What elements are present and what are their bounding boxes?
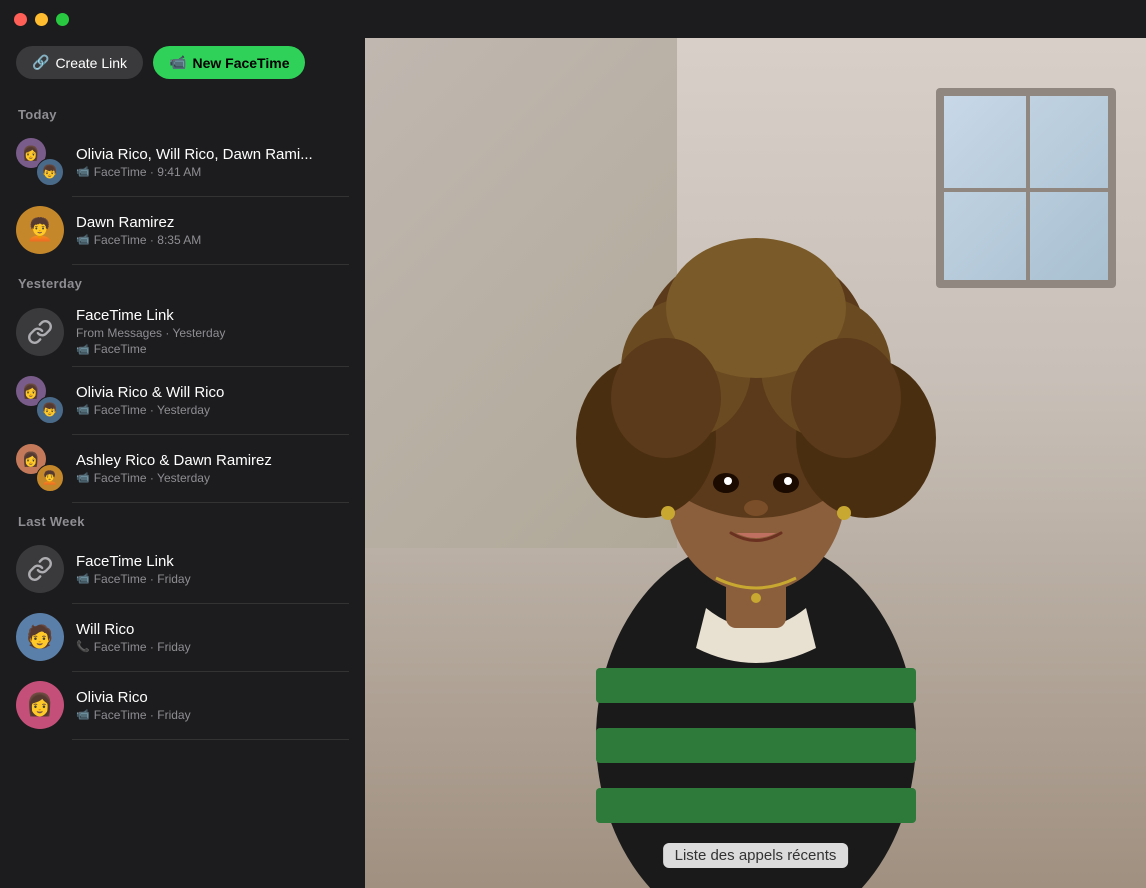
item-name: Dawn Ramirez — [76, 214, 349, 231]
item-source: From Messages · Yesterday — [76, 326, 225, 340]
title-bar — [0, 0, 1146, 38]
item-name: Ashley Rico & Dawn Ramirez — [76, 452, 349, 469]
item-subtitle: 📹 FaceTime · Friday — [76, 572, 349, 586]
item-subtitle: 📹 FaceTime · Yesterday — [76, 403, 349, 417]
maximize-button[interactable] — [56, 13, 69, 26]
video-icon: 📹 — [76, 343, 90, 356]
item-info: Ashley Rico & Dawn Ramirez 📹 FaceTime · … — [76, 452, 349, 485]
link-icon: 🔗 — [32, 54, 49, 71]
video-icon: 📹 — [76, 165, 90, 178]
item-info: FaceTime Link 📹 FaceTime · Friday — [76, 553, 349, 586]
avatar: 👦 — [36, 396, 64, 424]
caption: Liste des appels récents — [663, 843, 849, 868]
list-item[interactable]: 👩 Olivia Rico 📹 FaceTime · Friday — [0, 671, 365, 739]
minimize-button[interactable] — [35, 13, 48, 26]
video-icon: 📹 — [76, 233, 90, 246]
item-type: FaceTime — [94, 342, 147, 356]
list-item[interactable]: FaceTime Link From Messages · Yesterday … — [0, 297, 365, 366]
item-name: Olivia Rico, Will Rico, Dawn Rami... — [76, 146, 349, 163]
item-name: Olivia Rico & Will Rico — [76, 384, 349, 401]
item-time: FaceTime · 9:41 AM — [94, 165, 202, 179]
item-info: Olivia Rico 📹 FaceTime · Friday — [76, 689, 349, 722]
list-item[interactable]: 👩 👦 Olivia Rico, Will Rico, Dawn Rami...… — [0, 128, 365, 196]
list-item[interactable]: 👩 👦 Olivia Rico & Will Rico 📹 FaceTime ·… — [0, 366, 365, 434]
section-today: Today — [0, 95, 365, 128]
person-illustration — [506, 88, 1006, 888]
close-button[interactable] — [14, 13, 27, 26]
caption-text: Liste des appels récents — [675, 847, 837, 864]
avatar-group: 👩 🧑‍🦱 — [16, 444, 64, 492]
create-link-label: Create Link — [55, 55, 127, 71]
item-info: FaceTime Link From Messages · Yesterday … — [76, 307, 349, 356]
item-name: Olivia Rico — [76, 689, 349, 706]
main-layout: 🔗 Create Link 📹 New FaceTime Today 👩 👦 O… — [0, 38, 1146, 888]
traffic-lights — [14, 13, 69, 26]
item-time: FaceTime · 8:35 AM — [94, 233, 202, 247]
avatar: 🧑 — [16, 613, 64, 661]
item-subtitle: 📹 FaceTime · 9:41 AM — [76, 165, 349, 179]
avatar: 👦 — [36, 158, 64, 186]
avatar-group: 👩 👦 — [16, 138, 64, 186]
avatar: 🧑‍🦱 — [16, 206, 64, 254]
link-avatar — [16, 308, 64, 356]
section-yesterday: Yesterday — [0, 264, 365, 297]
item-time: FaceTime · Friday — [94, 640, 191, 654]
item-info: Will Rico 📞 FaceTime · Friday — [76, 621, 349, 654]
item-info: Dawn Ramirez 📹 FaceTime · 8:35 AM — [76, 214, 349, 247]
avatar: 🧑‍🦱 — [36, 464, 64, 492]
item-info: Olivia Rico, Will Rico, Dawn Rami... 📹 F… — [76, 146, 349, 179]
video-icon: 📹 — [76, 471, 90, 484]
list-item[interactable]: FaceTime Link 📹 FaceTime · Friday — [0, 535, 365, 603]
list-item[interactable]: 🧑 Will Rico 📞 FaceTime · Friday — [0, 603, 365, 671]
link-avatar — [16, 545, 64, 593]
video-icon: 📹 — [76, 572, 90, 585]
new-facetime-label: New FaceTime — [192, 55, 289, 71]
item-subtitle: From Messages · Yesterday — [76, 326, 349, 340]
avatar: 👩 — [16, 681, 64, 729]
video-icon: 📹 — [76, 403, 90, 416]
create-link-button[interactable]: 🔗 Create Link — [16, 46, 143, 79]
item-info: Olivia Rico & Will Rico 📹 FaceTime · Yes… — [76, 384, 349, 417]
item-subtitle: 📹 FaceTime · 8:35 AM — [76, 233, 349, 247]
item-subtitle: 📹 FaceTime · Friday — [76, 708, 349, 722]
item-subtitle: 📞 FaceTime · Friday — [76, 640, 349, 654]
video-icon: 📹 — [76, 708, 90, 721]
action-buttons: 🔗 Create Link 📹 New FaceTime — [0, 38, 365, 95]
item-time: FaceTime · Friday — [94, 572, 191, 586]
item-name: FaceTime Link — [76, 553, 349, 570]
item-subtitle2: 📹 FaceTime — [76, 342, 349, 356]
right-panel: Liste des appels récents — [365, 38, 1146, 888]
item-time: FaceTime · Yesterday — [94, 471, 210, 485]
item-time: FaceTime · Friday — [94, 708, 191, 722]
video-camera-icon: 📹 — [169, 54, 186, 71]
item-subtitle: 📹 FaceTime · Yesterday — [76, 471, 349, 485]
item-time: FaceTime · Yesterday — [94, 403, 210, 417]
camera-preview — [365, 38, 1146, 888]
item-name: Will Rico — [76, 621, 349, 638]
section-lastweek: Last Week — [0, 502, 365, 535]
avatar-group: 👩 👦 — [16, 376, 64, 424]
sidebar: 🔗 Create Link 📹 New FaceTime Today 👩 👦 O… — [0, 38, 365, 888]
phone-icon: 📞 — [76, 640, 90, 653]
item-name: FaceTime Link — [76, 307, 349, 324]
list-item[interactable]: 👩 🧑‍🦱 Ashley Rico & Dawn Ramirez 📹 FaceT… — [0, 434, 365, 502]
list-item[interactable]: 🧑‍🦱 Dawn Ramirez 📹 FaceTime · 8:35 AM — [0, 196, 365, 264]
new-facetime-button[interactable]: 📹 New FaceTime — [153, 46, 305, 79]
